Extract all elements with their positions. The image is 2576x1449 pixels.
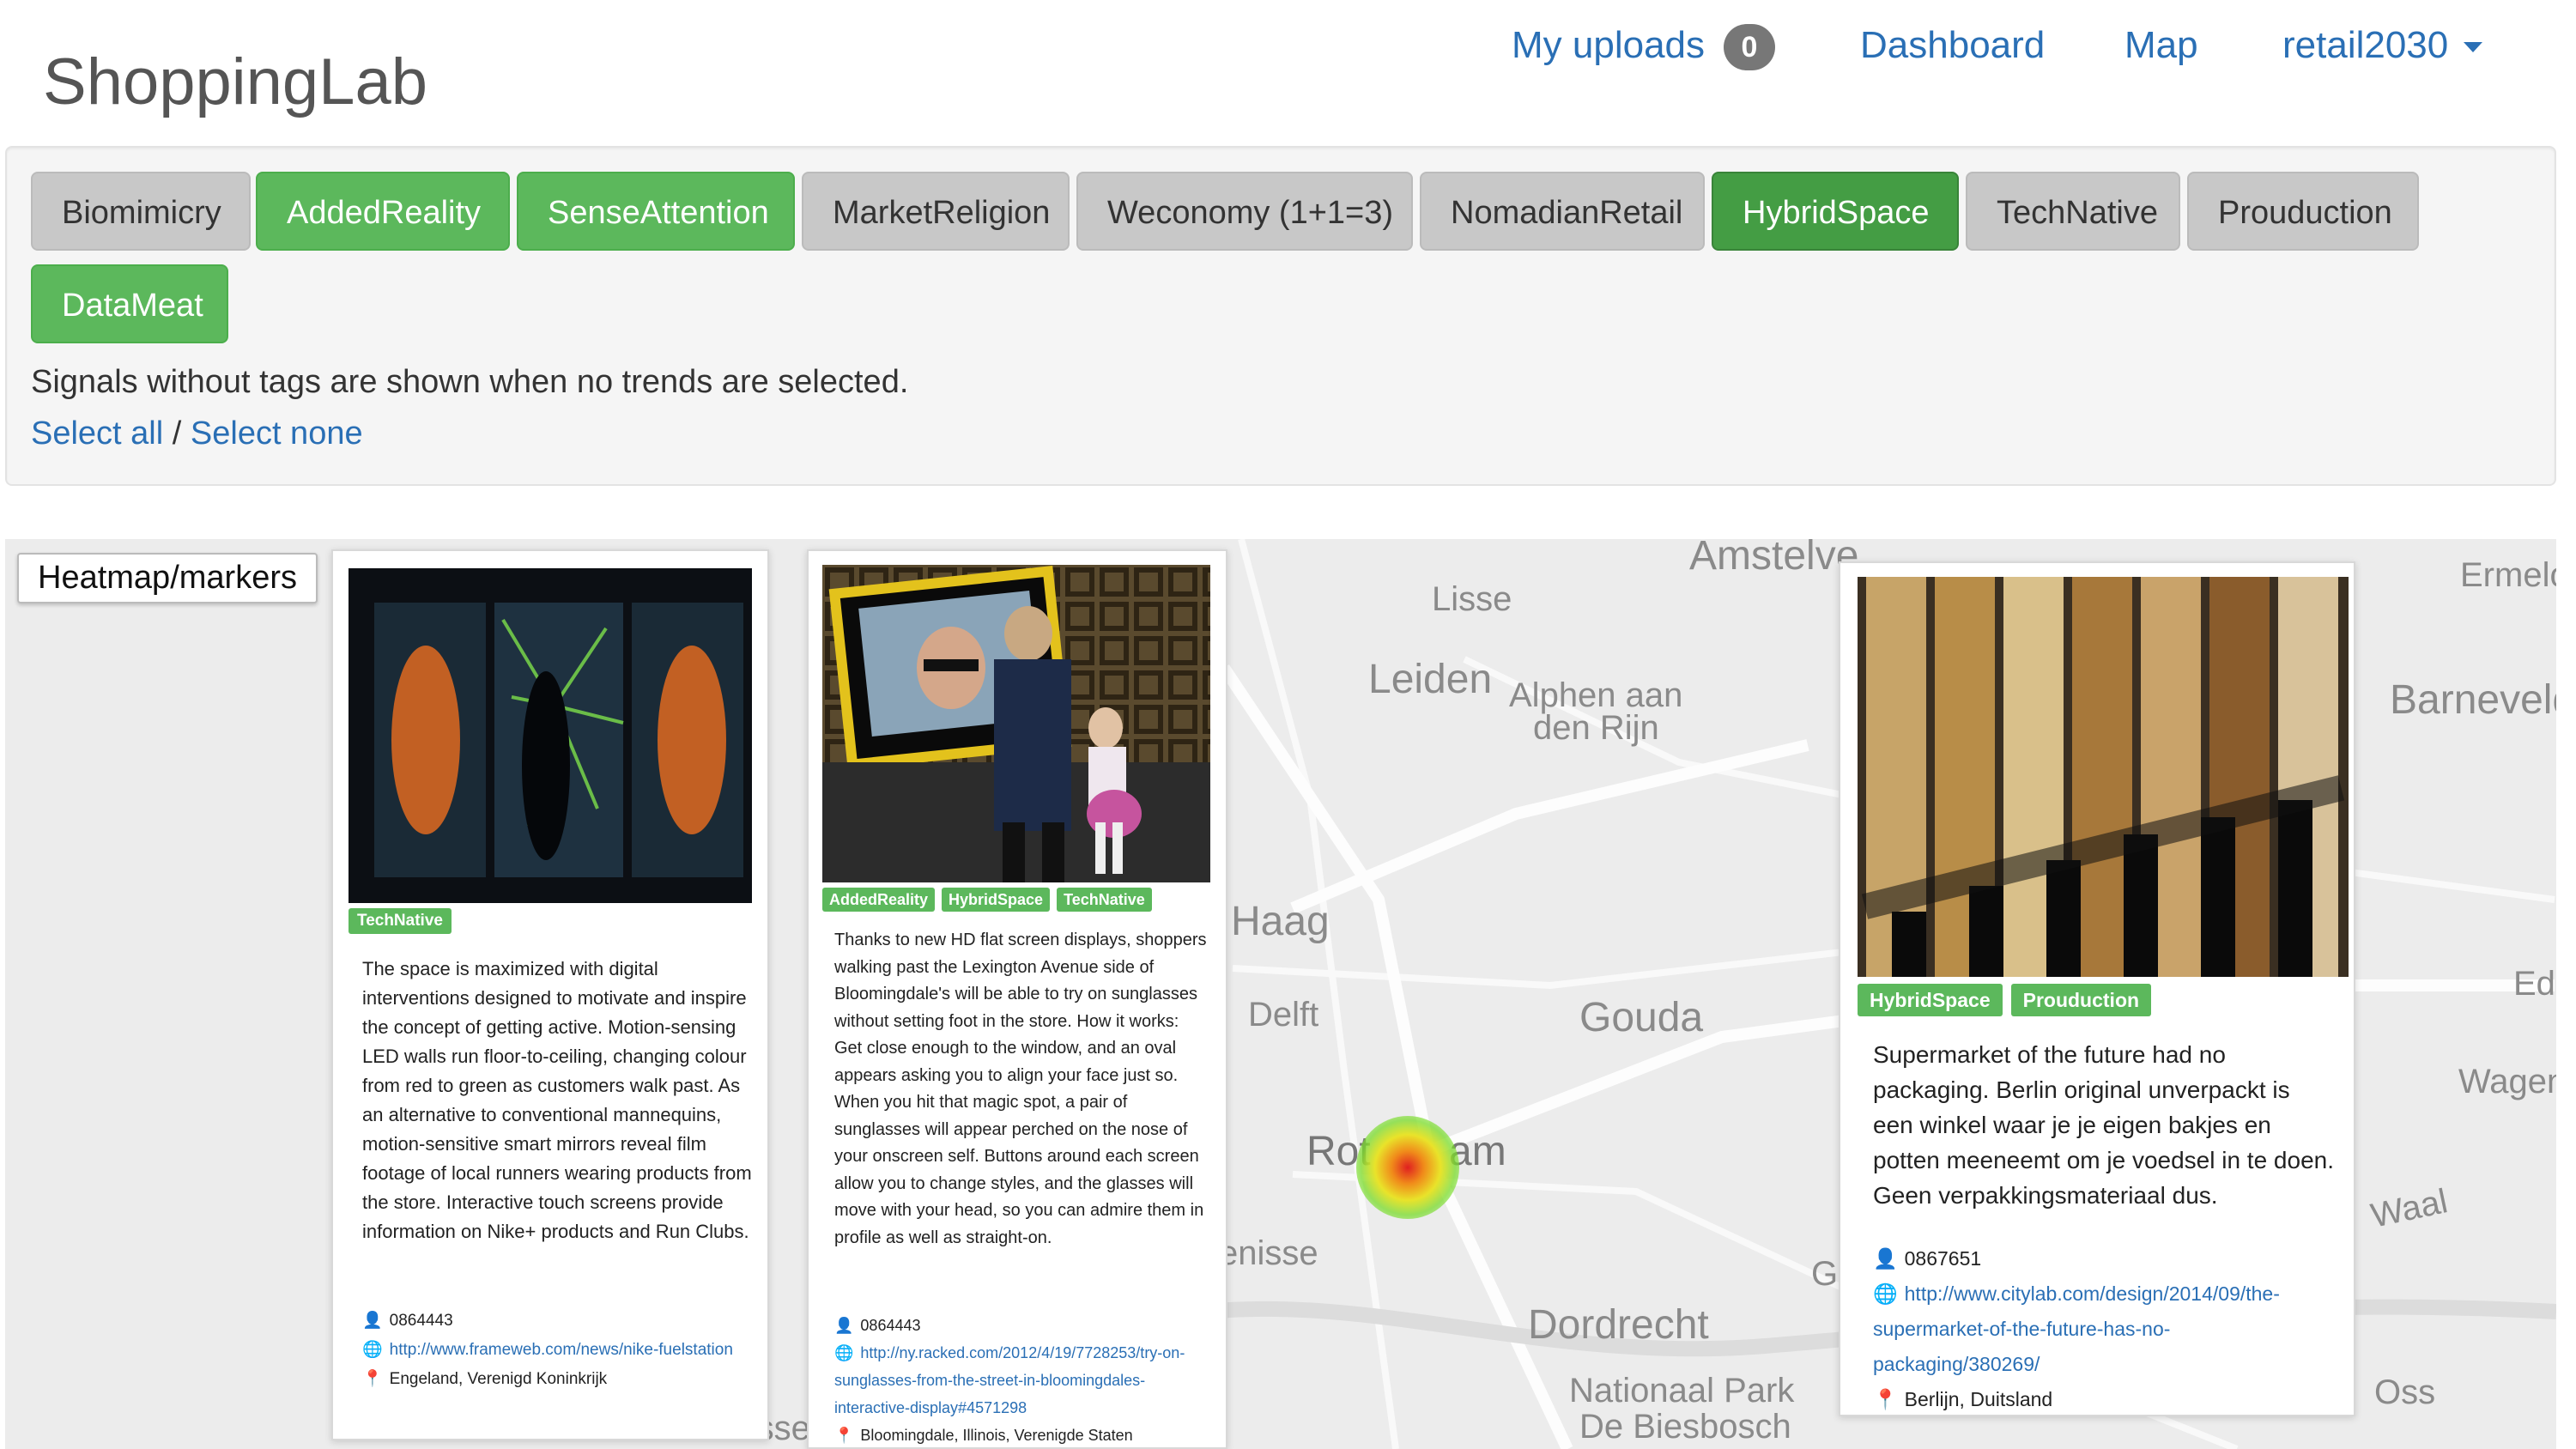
user-menu[interactable]: retail2030 <box>2282 24 2483 67</box>
signal-meta-2: 👤 0864443 🌐 http://ny.racked.com/2012/4/19… <box>834 1312 1209 1447</box>
nav-my-uploads-label: My uploads <box>1512 24 1706 66</box>
map-label-dordrecht: Dordrecht <box>1528 1302 1709 1348</box>
signal-image-3[interactable] <box>1858 577 2349 977</box>
map-label-barneveld: Barneveld <box>2390 677 2556 723</box>
trend-button-nomadianretail[interactable]: NomadianRetail <box>1420 172 1705 251</box>
map-label-hellevoetsluis: enisse <box>1219 1234 1318 1272</box>
tag-chip[interactable]: HybridSpace <box>1858 984 2003 1016</box>
signal-location: Bloomingdale, Illinois, Verenigde Staten <box>860 1427 1133 1444</box>
map-pin-icon: 📍 <box>834 1427 854 1444</box>
signal-popup-3[interactable]: HybridSpace Prouduction Supermarket of th… <box>1839 561 2355 1416</box>
signal-popup-2[interactable]: AddedReality HybridSpace TechNative Thanks… <box>807 549 1227 1449</box>
trend-button-hybridspace[interactable]: HybridSpace <box>1712 172 1959 251</box>
map-label-g: G <box>1811 1255 1839 1293</box>
caret-down-icon <box>2464 42 2483 53</box>
map-label-oss: Oss <box>2374 1373 2436 1411</box>
map-label-ermelo: Ermelo <box>2460 556 2556 594</box>
tag-chip[interactable]: TechNative <box>1057 888 1152 912</box>
map-label-gouda: Gouda <box>1579 995 1704 1040</box>
map-label-ede: Ed <box>2513 965 2555 1003</box>
map-label-biesbosch-2: De Biesbosch <box>1579 1408 1791 1446</box>
image-bloomingdales-display <box>822 565 1210 882</box>
map-label-alphen-2: den Rijn <box>1533 709 1659 747</box>
trend-button-prouduction[interactable]: Prouduction <box>2187 172 2419 251</box>
trend-button-senseattention[interactable]: SenseAttention <box>517 172 795 251</box>
heatmap-markers-toggle[interactable]: Heatmap/markers <box>17 553 318 603</box>
nav-map[interactable]: Map <box>2124 24 2198 67</box>
map-label-haag: Haag <box>1231 899 1330 944</box>
signal-meta-3: 👤 0867651 🌐 http://www.citylab.com/design/… <box>1873 1241 2337 1417</box>
heatmap-hotspot[interactable] <box>1356 1116 1459 1219</box>
user-icon: 👤 <box>834 1317 854 1334</box>
tag-chip[interactable]: TechNative <box>349 908 452 934</box>
tag-chip[interactable]: Prouduction <box>2010 984 2152 1016</box>
signal-image-1[interactable] <box>349 568 752 903</box>
globe-icon: 🌐 <box>1873 1282 1898 1305</box>
nav-dashboard[interactable]: Dashboard <box>1860 24 2045 67</box>
signal-image-2[interactable] <box>822 565 1210 882</box>
map-label-lisse: Lisse <box>1432 580 1512 618</box>
signal-tags-3: HybridSpace Prouduction <box>1858 984 2160 1016</box>
brand-logo[interactable]: ShoppingLab <box>43 45 427 119</box>
signal-source-link[interactable]: http://ny.racked.com/2012/4/19/7728253/t… <box>834 1344 1185 1416</box>
signal-tags-1: TechNative <box>349 908 460 934</box>
map-label-amstelveen: Amstelve <box>1689 539 1859 579</box>
select-separator: / <box>172 415 182 452</box>
image-nike-fuelstation <box>349 568 752 903</box>
globe-icon: 🌐 <box>834 1344 854 1361</box>
signals-map[interactable]: Amstelve Lisse Ermelo Leiden Alphen aan … <box>5 539 2556 1449</box>
user-icon: 👤 <box>1873 1247 1898 1270</box>
map-pin-icon: 📍 <box>1873 1388 1898 1410</box>
signal-location: Berlijn, Duitsland <box>1904 1388 2053 1410</box>
map-label-wageningen: Wagen <box>2458 1063 2556 1100</box>
select-all-link[interactable]: Select all <box>31 415 163 452</box>
user-menu-label: retail2030 <box>2282 24 2449 66</box>
signal-meta-1: 👤 0864443 🌐 http://www.frameweb.com/news/n… <box>362 1307 754 1394</box>
map-pin-icon: 📍 <box>362 1370 383 1388</box>
map-label-delft: Delft <box>1248 996 1319 1034</box>
trend-button-biomimicry[interactable]: Biomimicry <box>31 172 251 251</box>
uploads-count-badge: 0 <box>1724 24 1776 71</box>
signal-location: Engeland, Verenigd Koninkrijk <box>389 1370 608 1388</box>
map-label-biesbosch-1: Nationaal Park <box>1569 1372 1795 1410</box>
signal-source-link[interactable]: http://www.frameweb.com/news/nike-fuelst… <box>390 1341 733 1359</box>
signal-popup-1[interactable]: TechNative The space is maximized with d… <box>331 549 769 1440</box>
trend-button-marketreligion[interactable]: MarketReligion <box>802 172 1070 251</box>
select-none-link[interactable]: Select none <box>191 415 363 452</box>
map-label-leiden: Leiden <box>1368 657 1493 702</box>
signal-user-id: 0864443 <box>389 1312 453 1330</box>
nav-my-uploads[interactable]: My uploads 0 <box>1512 24 1776 71</box>
globe-icon: 🌐 <box>362 1341 383 1359</box>
signal-source-link[interactable]: http://www.citylab.com/design/2014/09/th… <box>1873 1282 2280 1375</box>
trend-button-weconomy[interactable]: Weconomy (1+1=3) <box>1076 172 1413 251</box>
image-unverpackt-supermarket <box>1858 577 2349 977</box>
user-icon: 👤 <box>362 1312 383 1330</box>
signal-description-2: Thanks to new HD flat screen displays, s… <box>834 931 1207 1247</box>
signal-user-id: 0864443 <box>860 1317 921 1334</box>
trend-filter-panel: Biomimicry AddedReality SenseAttention M… <box>5 146 2556 486</box>
tag-chip[interactable]: AddedReality <box>822 888 936 912</box>
no-tags-note: Signals without tags are shown when no t… <box>31 364 909 400</box>
signal-user-id: 0867651 <box>1904 1247 1982 1270</box>
trend-button-technative[interactable]: TechNative <box>1966 172 2180 251</box>
trend-button-datameat[interactable]: DataMeat <box>31 264 228 343</box>
signal-tags-2: AddedReality HybridSpace TechNative <box>822 888 1159 912</box>
trend-button-addedreality[interactable]: AddedReality <box>256 172 510 251</box>
signal-description-3: Supermarket of the future had no packagi… <box>1873 1041 2335 1209</box>
select-links: Select all / Select none <box>31 415 363 452</box>
tag-chip[interactable]: HybridSpace <box>942 888 1051 912</box>
signal-description-1: The space is maximized with digital inte… <box>362 958 752 1242</box>
